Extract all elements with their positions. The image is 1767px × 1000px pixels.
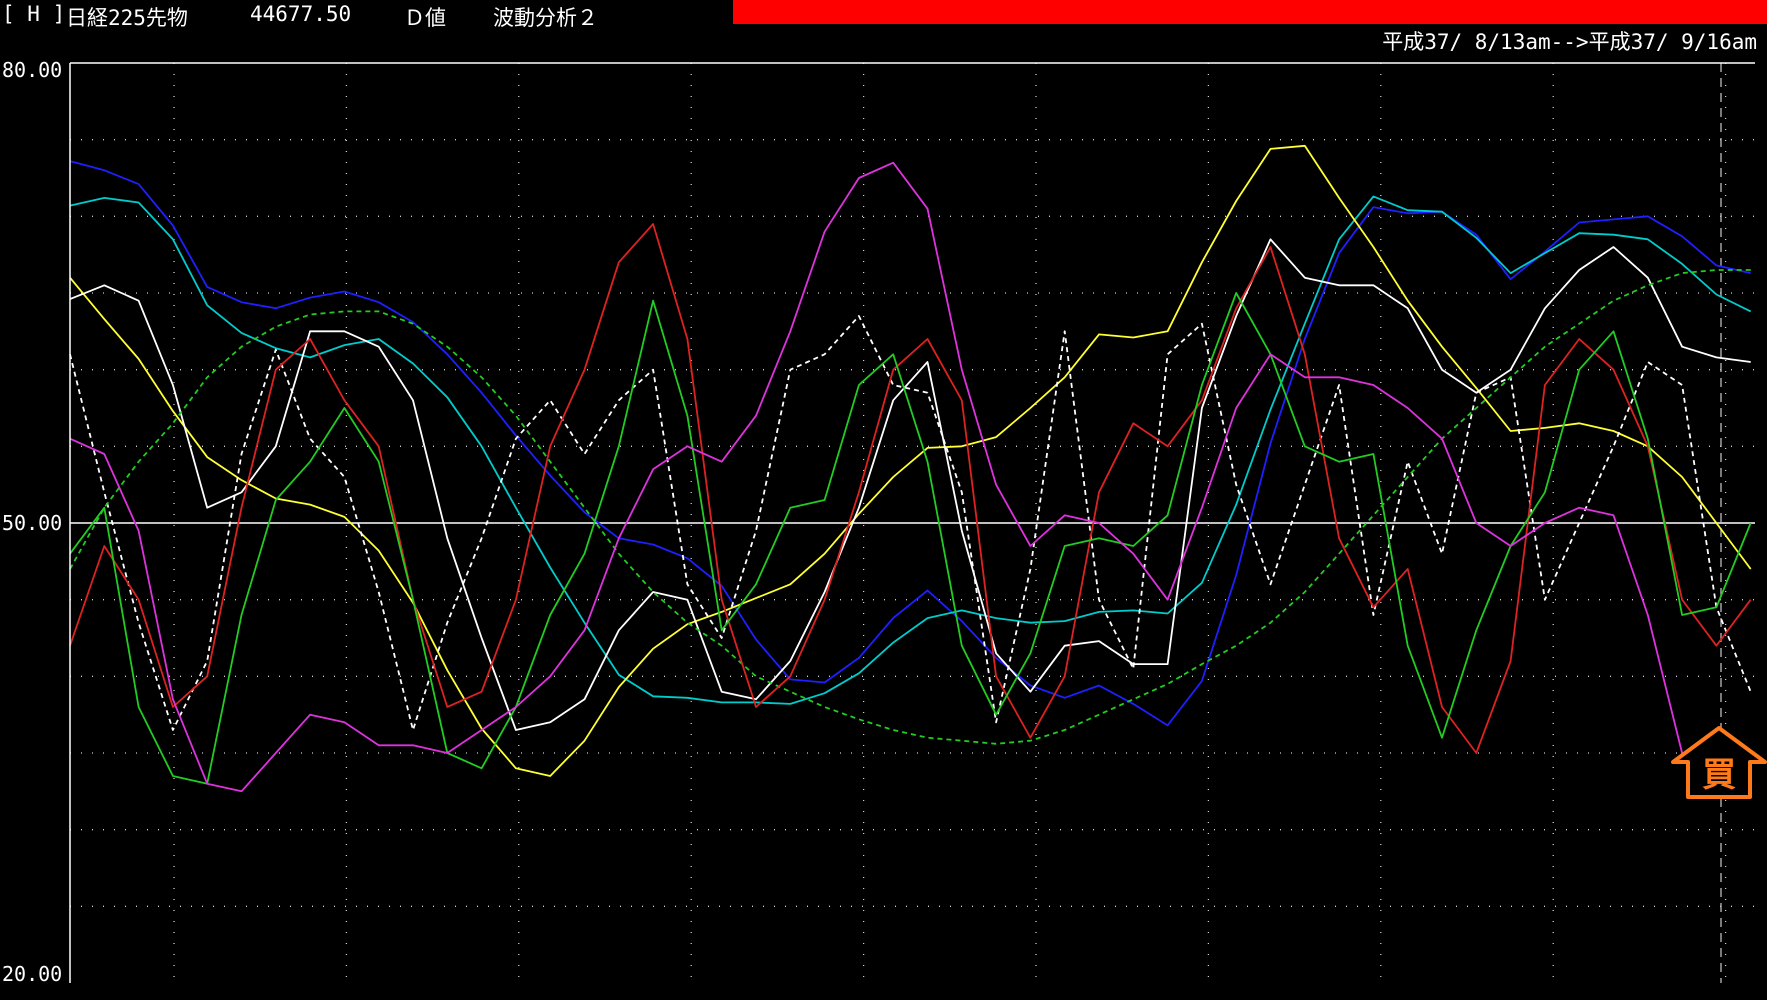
y-tick-label: 20.00 [2, 962, 62, 986]
buy-signal-label: 買 [1702, 755, 1736, 795]
wave-chart: 80.00 50.00 20.00 買 [2, 58, 1767, 986]
series-line-3 [69, 144, 1752, 777]
y-tick-label: 50.00 [2, 511, 62, 535]
y-tick-label: 80.00 [2, 58, 62, 82]
buy-signal[interactable]: 買 [1671, 726, 1767, 799]
series-line-7 [69, 223, 1752, 754]
series-line-9 [69, 161, 1752, 793]
series-line-6 [69, 269, 1751, 745]
chart-grid [70, 63, 1755, 983]
series-line-2 [69, 195, 1752, 705]
chart-series [69, 144, 1752, 793]
chart-axis: 80.00 50.00 20.00 [2, 58, 1755, 986]
